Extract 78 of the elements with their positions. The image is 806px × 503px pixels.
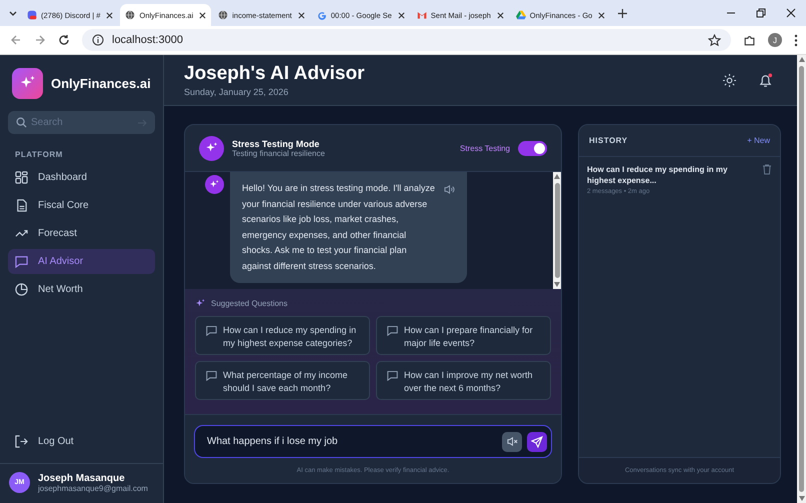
page-scrollbar[interactable] xyxy=(797,55,806,503)
sparkle-icon xyxy=(205,175,224,194)
muted-speaker-icon xyxy=(506,436,518,447)
forward-icon[interactable] xyxy=(34,34,46,46)
profile-avatar[interactable]: J xyxy=(768,33,782,47)
nav-item[interactable]: Forecast xyxy=(8,221,155,246)
close-icon[interactable] xyxy=(106,12,114,18)
mail-icon xyxy=(416,10,427,20)
suggested-question[interactable]: How can I prepare financially for major life events? xyxy=(376,316,551,355)
user-email: josephmasanque9@gmail.com xyxy=(38,484,148,492)
history-item-title: How can I reduce my spending in my highest expense... xyxy=(587,164,728,186)
grid-icon xyxy=(15,171,28,184)
trash-icon[interactable] xyxy=(762,164,772,175)
g-logo-icon xyxy=(316,10,327,20)
chat-icon xyxy=(206,370,217,381)
mode-title: Stress Testing Mode xyxy=(232,138,320,148)
user-name: Joseph Masanque xyxy=(38,472,126,484)
mode-subtitle: Testing financial resilience xyxy=(232,148,326,158)
speaker-icon[interactable] xyxy=(444,184,455,195)
restore-icon[interactable] xyxy=(756,8,766,18)
nav-item[interactable]: Fiscal Core xyxy=(8,193,155,218)
bell-icon[interactable] xyxy=(758,72,773,88)
close-icon[interactable] xyxy=(786,8,796,18)
suggested-questions-label: Suggested Questions xyxy=(211,299,288,308)
suggested-question[interactable]: What percentage of my income should I save each month? xyxy=(195,361,370,400)
scroll-down-icon[interactable] xyxy=(798,496,804,501)
sun-icon[interactable] xyxy=(723,74,736,86)
scrollbar[interactable] xyxy=(553,172,561,289)
close-icon[interactable] xyxy=(496,12,504,18)
new-tab-icon[interactable] xyxy=(618,8,628,18)
sparkle-icon xyxy=(195,298,206,309)
scroll-up-icon[interactable] xyxy=(798,57,804,62)
close-icon[interactable] xyxy=(199,12,206,18)
address-bar[interactable]: localhost:3000 xyxy=(82,29,731,51)
message-input[interactable]: What happens if i lose my job xyxy=(194,425,552,458)
reload-icon[interactable] xyxy=(58,34,70,46)
toggle-label: Stress Testing xyxy=(460,144,510,152)
send-icon xyxy=(531,436,543,448)
nav-item[interactable]: Dashboard xyxy=(8,165,155,190)
scroll-up-icon[interactable] xyxy=(554,174,560,179)
suggested-question[interactable]: How can I reduce my spending in my highest expense categories? xyxy=(195,316,370,355)
chat-icon xyxy=(387,370,398,381)
page-date: Sunday, January 25, 2026 xyxy=(184,87,290,97)
mute-button[interactable] xyxy=(502,432,522,452)
nav-item[interactable]: Net Worth xyxy=(8,277,155,302)
new-chat-link[interactable]: + New xyxy=(747,136,770,145)
history-title: HISTORY xyxy=(589,136,628,145)
globe-icon xyxy=(125,10,136,20)
chat-icon xyxy=(15,255,28,268)
message-text: Hello! You are in stress testing mode. I'll analyze your financial resilience under various adverse scenarios like job loss, market crashes, emergency expenses, and other financial shocks. Ask me to test your financial plan against different stress scenarios. xyxy=(242,182,436,273)
globe-icon xyxy=(218,10,228,20)
info-icon xyxy=(92,34,104,46)
page-title: Joseph's AI Advisor xyxy=(184,63,366,85)
section-label: PLATFORM xyxy=(15,150,64,159)
drive-icon xyxy=(516,10,526,20)
app-icon xyxy=(27,10,37,20)
sparkle-icon xyxy=(199,136,224,160)
chat-icon xyxy=(206,325,217,336)
chat-icon xyxy=(387,325,398,336)
log-out-button[interactable]: Log Out xyxy=(8,429,155,454)
brand-name: OnlyFinances.ai xyxy=(51,76,151,90)
send-button[interactable] xyxy=(527,432,547,452)
search-icon xyxy=(16,117,27,128)
sparkle-logo-icon xyxy=(12,68,43,98)
back-icon[interactable] xyxy=(10,34,22,46)
stress-testing-toggle[interactable] xyxy=(518,140,547,156)
document-icon xyxy=(15,199,28,212)
scroll-down-icon[interactable] xyxy=(554,282,560,287)
star-icon[interactable] xyxy=(708,34,721,46)
extensions-icon[interactable] xyxy=(743,34,756,46)
close-icon[interactable] xyxy=(598,12,606,18)
close-icon[interactable] xyxy=(398,12,405,18)
more-icon[interactable] xyxy=(794,34,798,46)
close-icon[interactable] xyxy=(298,12,305,18)
pie-chart-icon xyxy=(15,283,28,296)
log-out-icon xyxy=(15,435,28,448)
nav-item[interactable]: AI Advisor xyxy=(8,249,155,274)
suggested-question[interactable]: How can I improve my net worth over the next 6 months? xyxy=(376,361,551,400)
